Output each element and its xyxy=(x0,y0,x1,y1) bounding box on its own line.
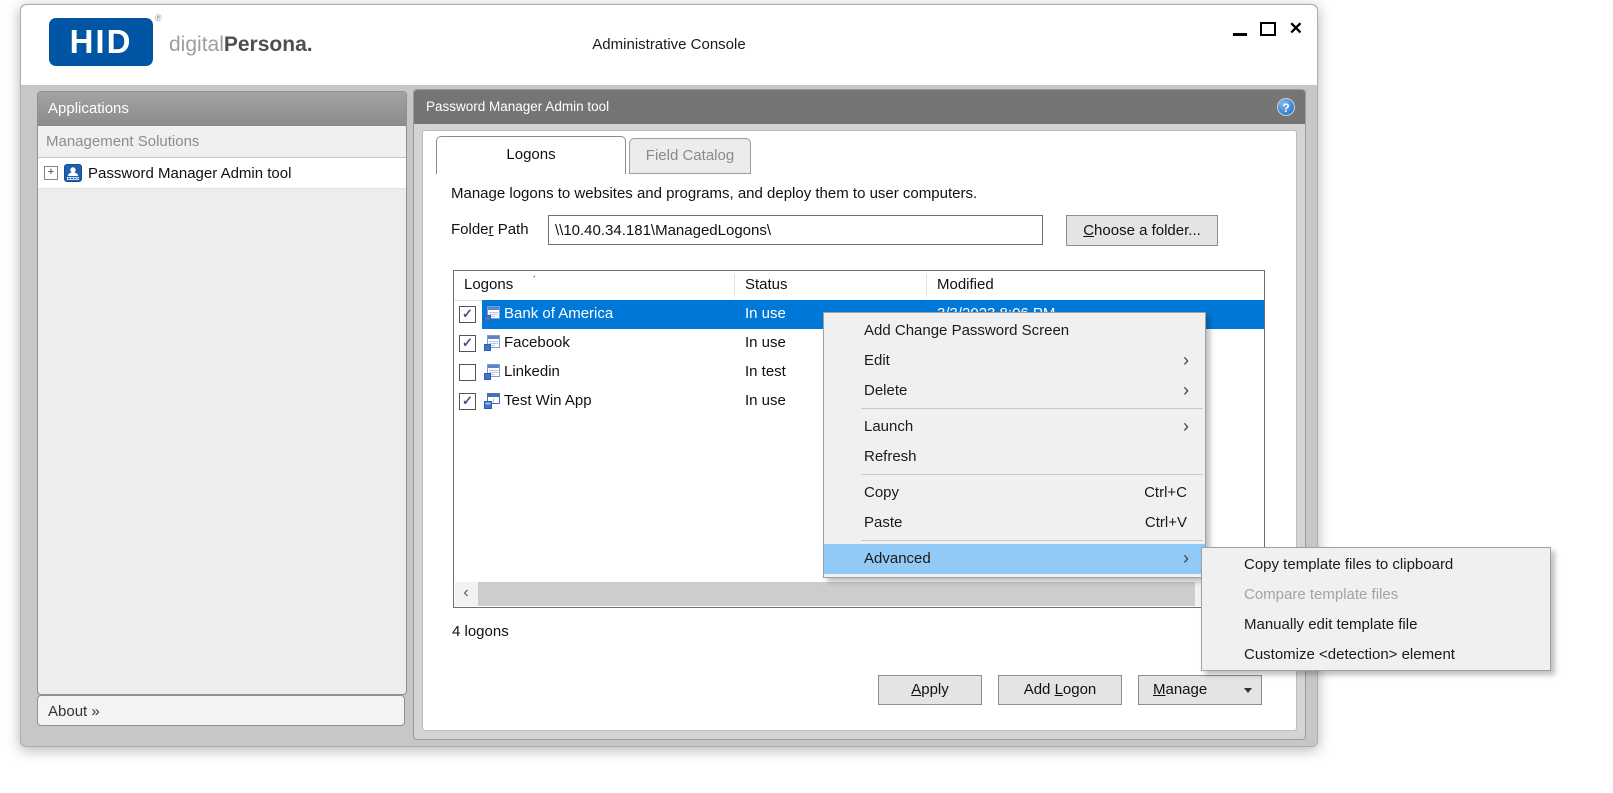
shortcut-label: Ctrl+V xyxy=(1145,508,1187,538)
menu-item-refresh[interactable]: Refresh xyxy=(824,442,1205,472)
logon-name: Facebook xyxy=(504,334,570,351)
folder-path-label: Folder Path xyxy=(451,221,529,238)
submenu-item-customize-detection-element[interactable]: Customize <detection> element xyxy=(1202,640,1550,670)
web-logon-icon xyxy=(484,364,500,380)
expand-icon[interactable]: + xyxy=(44,166,58,180)
logon-count: 4 logons xyxy=(452,623,509,640)
logon-name: Bank of America xyxy=(504,305,613,322)
window-controls: ✕ xyxy=(1233,17,1303,41)
help-icon[interactable]: ? xyxy=(1277,98,1295,116)
logon-status: In test xyxy=(745,363,786,380)
dropdown-arrow-icon xyxy=(1244,688,1252,693)
add-logon-button[interactable]: Add Logon xyxy=(998,675,1122,705)
menu-separator xyxy=(861,408,1203,409)
logon-name: Linkedin xyxy=(504,363,560,380)
manage-button[interactable]: Manage xyxy=(1138,675,1262,705)
shortcut-label: Ctrl+C xyxy=(1144,478,1187,508)
column-header-status[interactable]: Status xyxy=(745,276,788,293)
maximize-icon[interactable] xyxy=(1260,22,1276,36)
column-divider xyxy=(734,274,735,297)
menu-item-copy[interactable]: CopyCtrl+C xyxy=(824,478,1205,508)
list-header-row: Logons ˊ Status Modified xyxy=(454,271,1264,301)
logon-status: In use xyxy=(745,334,786,351)
panel-title: Password Manager Admin tool xyxy=(426,99,609,114)
sort-ascending-icon: ˊ xyxy=(532,273,536,288)
windows-app-icon xyxy=(484,393,500,409)
context-menu: Add Change Password Screen Edit› Delete›… xyxy=(823,312,1206,578)
submenu-arrow-icon: › xyxy=(1183,375,1189,405)
logon-status: In use xyxy=(745,305,786,322)
row-checkbox-checked[interactable]: ✓ xyxy=(459,335,476,352)
tab-logons[interactable]: Logons xyxy=(436,136,626,174)
applications-sidebar: Applications Management Solutions + Pass… xyxy=(37,91,407,695)
close-icon[interactable]: ✕ xyxy=(1289,19,1303,39)
registered-mark: ® xyxy=(155,13,162,23)
row-checkbox-unchecked[interactable] xyxy=(459,364,476,381)
row-checkbox-checked[interactable]: ✓ xyxy=(459,393,476,410)
logon-status: In use xyxy=(745,392,786,409)
menu-item-delete[interactable]: Delete› xyxy=(824,376,1205,406)
logon-name: Test Win App xyxy=(504,392,592,409)
row-checkbox-checked[interactable]: ✓ xyxy=(459,306,476,323)
brand-wordmark: digitalPersona. xyxy=(169,33,313,57)
advanced-submenu: Copy template files to clipboard Compare… xyxy=(1201,547,1551,671)
column-header-logons[interactable]: Logons xyxy=(464,276,513,293)
sidebar-group-management-solutions: Management Solutions xyxy=(38,126,406,158)
screen: HID ® digitalPersona. Administrative Con… xyxy=(0,0,1613,793)
password-manager-icon xyxy=(64,164,82,182)
app-window: HID ® digitalPersona. Administrative Con… xyxy=(20,4,1318,747)
scroll-left-icon[interactable]: ‹ xyxy=(455,582,477,606)
column-header-modified[interactable]: Modified xyxy=(937,276,994,293)
choose-folder-button[interactable]: Choose a folder... xyxy=(1066,215,1218,246)
submenu-item-compare-template-files: Compare template files xyxy=(1202,580,1550,610)
menu-item-paste[interactable]: PasteCtrl+V xyxy=(824,508,1205,538)
sidebar-header: Applications xyxy=(38,92,406,126)
menu-item-advanced[interactable]: Advanced› xyxy=(824,544,1205,574)
about-link[interactable]: About » xyxy=(37,695,405,726)
sidebar-item-label: Password Manager Admin tool xyxy=(88,165,291,182)
submenu-arrow-icon: › xyxy=(1183,345,1189,375)
apply-button[interactable]: Apply xyxy=(878,675,982,705)
submenu-arrow-icon: › xyxy=(1183,543,1189,573)
panel-header: Password Manager Admin tool ? xyxy=(414,90,1305,124)
submenu-arrow-icon: › xyxy=(1183,411,1189,441)
tab-field-catalog[interactable]: Field Catalog xyxy=(629,138,751,174)
horizontal-scrollbar[interactable]: ‹ xyxy=(455,582,1263,606)
title-bar: HID ® digitalPersona. Administrative Con… xyxy=(21,5,1317,85)
menu-item-launch[interactable]: Launch› xyxy=(824,412,1205,442)
scrollbar-thumb[interactable] xyxy=(478,582,1195,606)
web-logon-icon xyxy=(484,306,500,322)
menu-item-edit[interactable]: Edit› xyxy=(824,346,1205,376)
web-logon-icon xyxy=(484,335,500,351)
menu-separator xyxy=(861,540,1203,541)
menu-item-add-change-password-screen[interactable]: Add Change Password Screen xyxy=(824,316,1205,346)
folder-path-input[interactable] xyxy=(548,215,1043,245)
description-text: Manage logons to websites and programs, … xyxy=(451,185,977,202)
submenu-item-manually-edit-template-file[interactable]: Manually edit template file xyxy=(1202,610,1550,640)
sidebar-item-password-manager[interactable]: + Password Manager Admin tool xyxy=(38,158,406,189)
menu-separator xyxy=(861,474,1203,475)
column-divider xyxy=(926,274,927,297)
window-title: Administrative Console xyxy=(592,36,745,53)
submenu-item-copy-template-files[interactable]: Copy template files to clipboard xyxy=(1202,550,1550,580)
hid-logo: HID xyxy=(49,18,153,66)
minimize-icon[interactable] xyxy=(1233,33,1247,36)
